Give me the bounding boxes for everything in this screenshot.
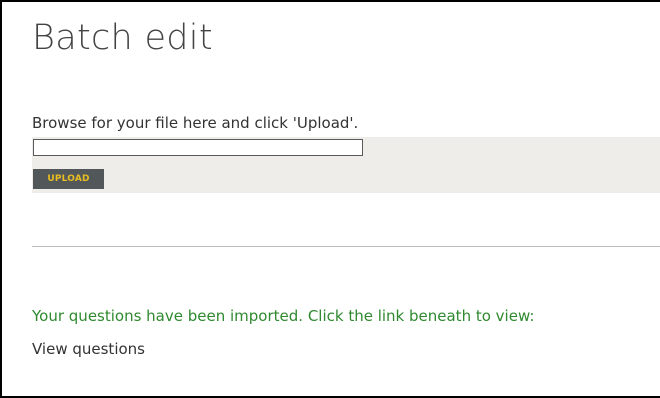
batch-edit-window: Batch edit Browse for your file here and… (0, 0, 660, 398)
upload-panel: UPLOAD (32, 137, 660, 193)
import-success-message: Your questions have been imported. Click… (32, 307, 535, 325)
file-path-input[interactable] (33, 139, 363, 156)
divider (32, 246, 660, 247)
view-questions-link[interactable]: View questions (32, 340, 145, 358)
page-title: Batch edit (32, 18, 213, 58)
upload-instructions: Browse for your file here and click 'Upl… (32, 114, 359, 132)
upload-button[interactable]: UPLOAD (33, 169, 104, 189)
